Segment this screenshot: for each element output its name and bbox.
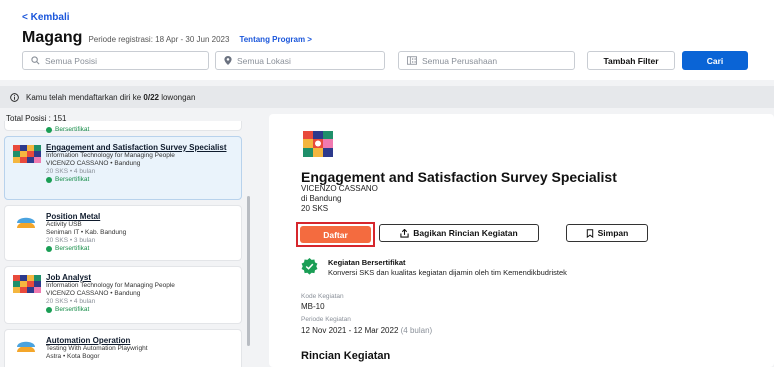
certified-badge: Bersertifikat xyxy=(46,306,235,314)
position-company: VICENZO CASSANO • Bandung xyxy=(46,290,141,297)
page-title: Magang xyxy=(22,29,83,46)
certified-badge-label: Bersertifikat xyxy=(55,126,90,133)
bookmark-icon xyxy=(586,228,593,238)
check-icon xyxy=(46,246,52,252)
list-item[interactable]: Job Analyst Information Technology for M… xyxy=(4,266,242,324)
company-filter-input[interactable]: Semua Perusahaan xyxy=(398,51,575,70)
company-logo-icon xyxy=(17,217,35,228)
position-meta: 20 SKS • 4 bulan xyxy=(46,298,96,305)
building-icon xyxy=(407,56,417,65)
search-button[interactable]: Cari xyxy=(682,51,748,70)
share-button[interactable]: Bagikan Rincian Kegiatan xyxy=(379,224,539,242)
period-duration: (4 bulan) xyxy=(400,326,433,335)
position-list: Bersertifikat Engagement and Satisfactio… xyxy=(0,121,257,367)
position-title[interactable]: Job Analyst xyxy=(46,273,235,282)
detail-company: VICENZO CASSANO xyxy=(301,184,378,193)
position-company: Seniman IT • Kab. Bandung xyxy=(46,229,127,236)
position-company: VICENZO CASSANO • Bandung xyxy=(46,160,141,167)
position-title[interactable]: Engagement and Satisfaction Survey Speci… xyxy=(46,143,235,152)
position-detail-panel: Engagement and Satisfaction Survey Speci… xyxy=(269,114,774,367)
page-header: < Kembali Magang Periode registrasi: 18 … xyxy=(0,0,774,80)
notice-count: 0/22 xyxy=(143,92,159,102)
position-company: Astra • Kota Bogor xyxy=(46,353,100,360)
detail-sks: 20 SKS xyxy=(301,204,329,213)
list-item-selected[interactable]: Engagement and Satisfaction Survey Speci… xyxy=(4,136,242,200)
certified-badge: Bersertifikat xyxy=(46,126,235,134)
detail-location: di Bandung xyxy=(301,194,342,203)
company-filter-placeholder: Semua Perusahaan xyxy=(422,55,498,66)
position-meta: 20 SKS • 4 bulan xyxy=(46,168,96,175)
position-subtitle: Information Technology for Managing Peop… xyxy=(46,152,175,159)
company-logo-icon xyxy=(13,145,41,163)
cert-title: Kegiatan Bersertifikat xyxy=(328,258,406,267)
certified-badge-label: Bersertifikat xyxy=(55,306,90,313)
info-icon xyxy=(10,92,19,102)
title-row: Magang Periode registrasi: 18 Apr - 30 J… xyxy=(22,29,312,47)
list-item[interactable]: Automation Operation Testing With Automa… xyxy=(4,329,242,367)
activity-code-value: MB-10 xyxy=(301,302,325,311)
notice-text: Kamu telah mendaftarkan diri ke 0/22 low… xyxy=(26,93,195,102)
certified-badge-icon xyxy=(301,258,318,275)
activity-period-label: Periode Kegiatan xyxy=(301,316,351,323)
period-dates: 12 Nov 2021 - 12 Mar 2022 xyxy=(301,326,399,335)
back-link[interactable]: < Kembali xyxy=(22,12,70,23)
position-title[interactable]: Automation Operation xyxy=(46,336,235,345)
notice-suffix: lowongan xyxy=(158,92,196,102)
share-icon xyxy=(400,228,409,238)
location-pin-icon xyxy=(224,56,232,65)
notice-prefix: Kamu telah mendaftarkan diri ke xyxy=(26,92,144,102)
activity-period-value: 12 Nov 2021 - 12 Mar 2022 (4 bulan) xyxy=(301,326,432,335)
cert-description: Konversi SKS dan kualitas kegiatan dijam… xyxy=(328,268,567,277)
position-subtitle: Information Technology for Managing Peop… xyxy=(46,282,175,289)
apply-highlight-box: Daftar xyxy=(296,222,375,247)
save-label: Simpan xyxy=(597,228,629,238)
filter-bar: Semua Posisi Semua Lokasi Semua Perusaha… xyxy=(22,51,752,70)
activity-code-label: Kode Kegiatan xyxy=(301,293,344,300)
add-filter-button[interactable]: Tambah Filter xyxy=(587,51,675,70)
location-filter-placeholder: Semua Lokasi xyxy=(237,55,291,66)
check-icon xyxy=(46,307,52,313)
position-filter-placeholder: Semua Posisi xyxy=(45,55,97,66)
certified-badge-label: Bersertifikat xyxy=(55,176,90,183)
list-item[interactable]: Position Metal Activity USB Seniman IT •… xyxy=(4,205,242,261)
registration-period: Periode registrasi: 18 Apr - 30 Jun 2023 xyxy=(88,35,230,44)
company-logo-icon xyxy=(303,131,333,157)
position-filter-input[interactable]: Semua Posisi xyxy=(22,51,209,70)
certified-badge: Bersertifikat xyxy=(46,176,235,184)
about-program-link[interactable]: Tentang Program > xyxy=(239,35,312,44)
search-icon xyxy=(31,56,40,65)
activity-details-heading: Rincian Kegiatan xyxy=(301,350,391,362)
certified-activity-info: Kegiatan Bersertifikat Konversi SKS dan … xyxy=(301,258,567,277)
location-filter-input[interactable]: Semua Lokasi xyxy=(215,51,385,70)
position-title[interactable]: Position Metal xyxy=(46,212,235,221)
company-logo-icon xyxy=(17,341,35,352)
save-button[interactable]: Simpan xyxy=(566,224,648,242)
list-scrollbar[interactable] xyxy=(247,196,250,346)
detail-title: Engagement and Satisfaction Survey Speci… xyxy=(301,169,617,185)
certified-badge: Bersertifikat xyxy=(46,245,235,253)
check-icon xyxy=(46,177,52,183)
registration-notice: Kamu telah mendaftarkan diri ke 0/22 low… xyxy=(0,86,774,108)
apply-button[interactable]: Daftar xyxy=(300,226,371,243)
company-logo-icon xyxy=(13,275,41,293)
certified-badge-label: Bersertifikat xyxy=(55,245,90,252)
list-item[interactable]: Bersertifikat xyxy=(4,121,242,134)
position-subtitle: Testing With Automation Playwright xyxy=(46,345,148,352)
check-icon xyxy=(46,127,52,133)
position-meta: 20 SKS • 3 bulan xyxy=(46,237,96,244)
position-subtitle: Activity USB xyxy=(46,221,82,228)
share-label: Bagikan Rincian Kegiatan xyxy=(413,228,518,238)
